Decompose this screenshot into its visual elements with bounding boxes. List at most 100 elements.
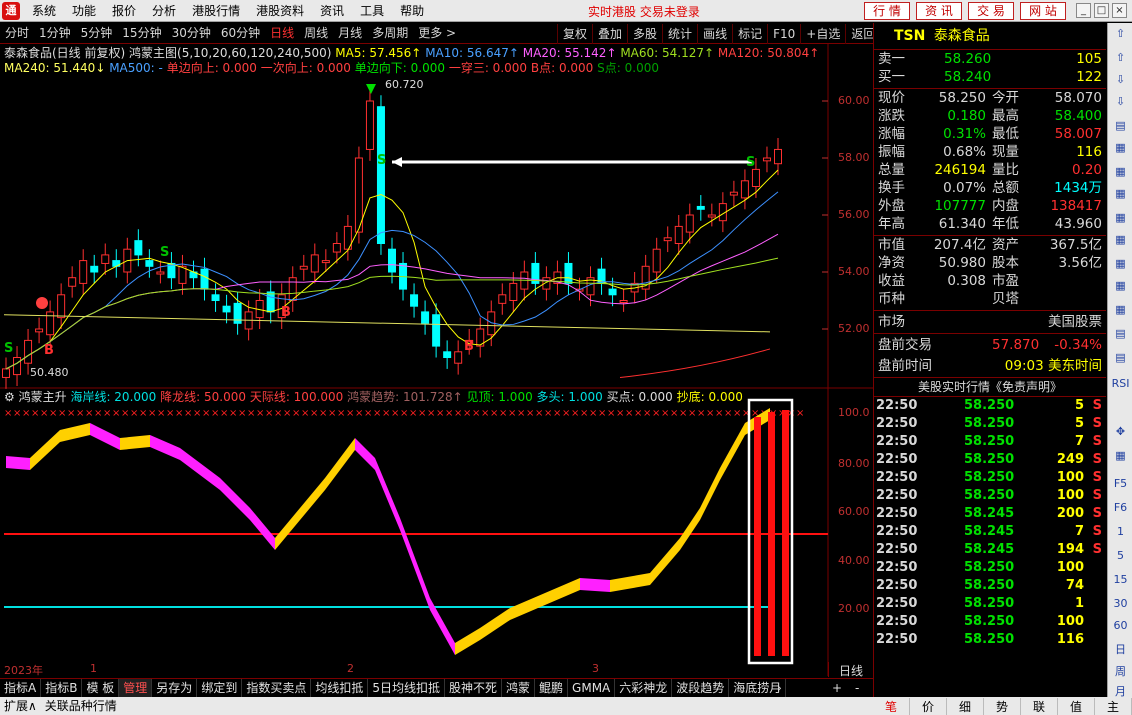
stats-button[interactable]: 统计 [662,23,697,44]
period-1-button[interactable]: 1 [1111,523,1130,541]
news-button[interactable]: 资 讯 [916,2,962,20]
period-60-button[interactable]: 60 [1111,617,1130,635]
period-tab[interactable]: 1分钟 [34,23,76,43]
draw-line-button[interactable]: 画线 [697,23,732,44]
close-icon[interactable]: × [1112,3,1127,18]
tab-main[interactable]: 主 [1095,697,1132,715]
indicator-tab[interactable]: 波段趋势 [672,679,730,697]
indicator-tab[interactable]: 均线扣抵 [311,679,369,697]
tab-trend[interactable]: 势 [984,697,1021,715]
minimize-icon[interactable]: _ [1076,3,1091,18]
grid-icon[interactable]: ▦ [1111,231,1130,249]
chart-icon[interactable]: ▤ [1111,325,1130,343]
tab-detail[interactable]: 细 [947,697,984,715]
related-quotes-button[interactable]: 关联品种行情 [41,697,121,715]
period-tab[interactable]: 30分钟 [167,23,216,43]
grid-icon[interactable]: ▦ [1111,447,1130,465]
overlay-button[interactable]: 叠加 [592,23,627,44]
ticks-title[interactable]: 美股实时行情《免责声明》 [874,378,1106,396]
grid-icon[interactable]: ▦ [1111,277,1130,295]
indicator-tab[interactable]: 指标B [41,679,83,697]
arrow-icon[interactable]: ⇩ [1111,71,1130,89]
period-tab-more[interactable]: 更多 > [413,23,461,43]
arrow-icon[interactable]: ⇩ [1111,93,1130,111]
tab-value[interactable]: 值 [1058,697,1095,715]
indicator-tab-manage[interactable]: 管理 [119,679,153,697]
indicator-name[interactable]: 鸿蒙主图(5,10,20,60,120,240,500) [129,46,331,60]
grid-icon[interactable]: ▦ [1111,163,1130,181]
mark-button[interactable]: 标记 [732,23,767,44]
rsi-button[interactable]: RSI [1111,375,1130,393]
grid-icon[interactable]: ▦ [1111,255,1130,273]
menu-item-help[interactable]: 帮助 [392,0,432,22]
bid-row: 买一 58.240 122 [874,68,1106,86]
grid-icon[interactable]: ▦ [1111,209,1130,227]
indicator-tab[interactable]: 指标A [0,679,42,697]
period-tab[interactable]: 月线 [333,23,367,43]
period-week-button[interactable]: 周 [1111,663,1130,681]
f6-button[interactable]: F6 [1111,499,1130,517]
list-icon[interactable]: ▤ [1111,117,1130,135]
indicator-tab[interactable]: 绑定到 [197,679,243,697]
indicator-tab[interactable]: 鸿蒙 [502,679,536,697]
tab-link[interactable]: 联 [1021,697,1058,715]
grid-icon[interactable]: ▦ [1111,139,1130,157]
expand-button[interactable]: 扩展∧ [0,697,41,715]
period-tab[interactable]: 分时 [0,23,34,43]
f10-button[interactable]: F10 [767,23,800,44]
chart-header-line2: MA240: 51.440↓ MA500: - 单边向上: 0.000 一次向上… [4,61,659,75]
tabs-scroll-right-icon[interactable]: › [777,679,782,697]
indicator-tab[interactable]: 模 板 [82,679,120,697]
settings-icon[interactable]: ⚙ [4,390,15,404]
menu-item-quote[interactable]: 报价 [104,0,144,22]
chart-canvas[interactable]: BBBSSS S 60.720 50.480 × × × × × × × × × × × × × × × × × ×… [0,44,873,676]
tab-price[interactable]: 价 [910,697,947,715]
menu-item-function[interactable]: 功能 [64,0,104,22]
period-tab[interactable]: 多周期 [367,23,413,43]
period-tab[interactable]: 15分钟 [117,23,166,43]
adjust-button[interactable]: 复权 [557,23,592,44]
menu-item-system[interactable]: 系统 [24,0,64,22]
maximize-icon[interactable]: □ [1094,3,1109,18]
indicator-tab[interactable]: 指数买卖点 [242,679,312,697]
sub-indicator-name[interactable]: 鸿蒙主升 [19,390,67,404]
tab-pen[interactable]: 笔 [873,697,910,715]
f5-button[interactable]: F5 [1111,475,1130,493]
trade-button[interactable]: 交 易 [968,2,1014,20]
indicator-tab[interactable]: 另存为 [152,679,198,697]
period-15-button[interactable]: 15 [1111,571,1130,589]
sub-axis-label: 40.00 [838,554,870,567]
quote-button[interactable]: 行 情 [864,2,910,20]
menu-item-analysis[interactable]: 分析 [144,0,184,22]
menu-item-news[interactable]: 资讯 [312,0,352,22]
website-button[interactable]: 网 站 [1020,2,1066,20]
zoom-in-icon[interactable]: + [832,679,842,697]
indicator-tab[interactable]: 六彩神龙 [615,679,673,697]
period-tab[interactable]: 60分钟 [216,23,265,43]
fund-label: 收益 [878,273,905,289]
period-tab[interactable]: 周线 [299,23,333,43]
indicator-tab[interactable]: GMMA [568,679,616,697]
menu-item-tools[interactable]: 工具 [352,0,392,22]
zoom-out-icon[interactable]: - [855,679,859,697]
skyline-marker: × [256,408,264,419]
period-tab-daily[interactable]: 日线 [265,23,299,43]
arrow-icon[interactable]: ⇧ [1111,49,1130,67]
indicator-tab[interactable]: 股神不死 [445,679,503,697]
arrow-up-icon[interactable]: ⇧ [1111,25,1130,43]
indicator-tab[interactable]: 鲲鹏 [535,679,569,697]
ask-price: 58.260 [944,51,992,67]
menu-item-hk-data[interactable]: 港股资料 [248,0,312,22]
grid-icon[interactable]: ▦ [1111,185,1130,203]
grid-icon[interactable]: ▦ [1111,301,1130,319]
period-30-button[interactable]: 30 [1111,595,1130,613]
period-5-button[interactable]: 5 [1111,547,1130,565]
period-tab[interactable]: 5分钟 [76,23,118,43]
multi-stock-button[interactable]: 多股 [627,23,662,44]
indicator-tab[interactable]: 5日均线扣抵 [368,679,445,697]
add-watchlist-button[interactable]: +自选 [800,23,845,44]
move-icon[interactable]: ✥ [1111,423,1130,441]
period-day-button[interactable]: 日 [1111,641,1130,659]
menu-item-hk-market[interactable]: 港股行情 [184,0,248,22]
chart-icon[interactable]: ▤ [1111,349,1130,367]
